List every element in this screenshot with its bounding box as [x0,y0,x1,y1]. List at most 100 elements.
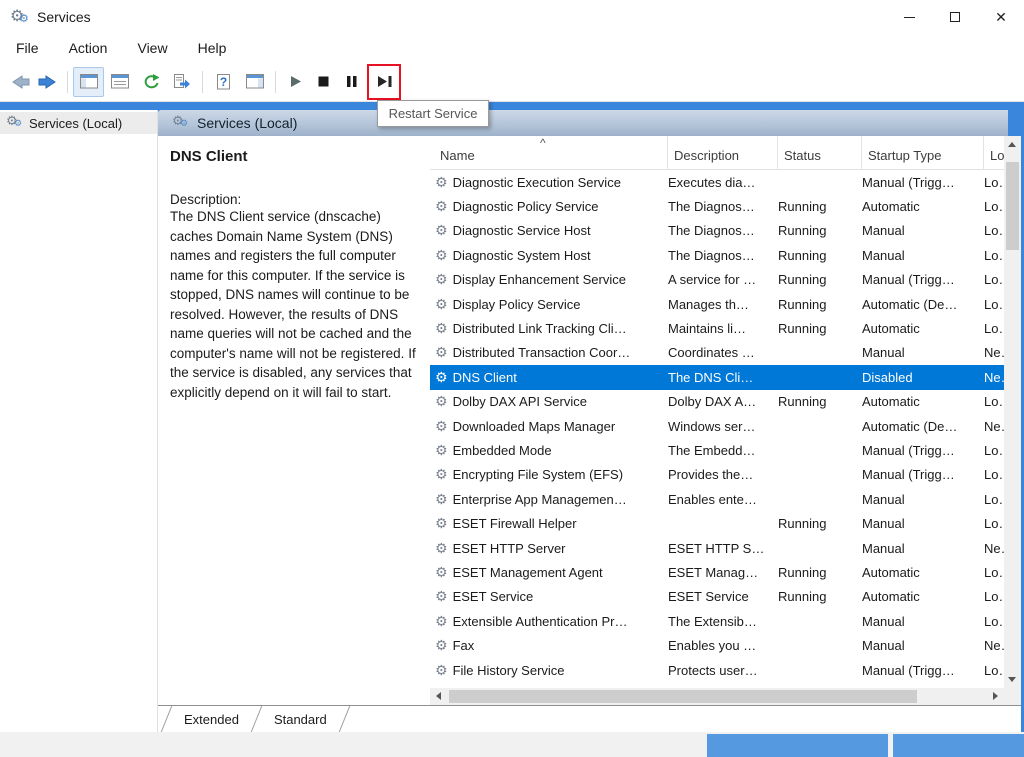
forward-button[interactable] [34,67,62,97]
table-row[interactable]: ⚙Display Policy ServiceManages th…Runnin… [430,292,1004,316]
stop-service-button[interactable] [309,67,337,97]
cell-desc: The Diagnos… [668,223,778,238]
pause-service-button[interactable] [337,67,365,97]
service-gear-icon: ⚙ [435,222,448,239]
refresh-button[interactable] [135,67,166,97]
table-row[interactable]: ⚙Extensible Authentication Pr…The Extens… [430,609,1004,633]
column-header-description[interactable]: Description [668,136,778,169]
window-title: Services [37,9,91,25]
maximize-button[interactable] [932,0,978,34]
column-header-name[interactable]: Name [430,136,668,169]
menu-action[interactable]: Action [65,37,112,59]
service-gear-icon: ⚙ [435,393,448,410]
cell-status: Running [778,248,862,263]
table-row[interactable]: ⚙Distributed Transaction Coor…Coordinate… [430,341,1004,365]
scroll-up-icon[interactable] [1008,142,1016,147]
vertical-scrollbar[interactable] [1004,136,1021,688]
cell-startup: Manual [862,614,984,629]
column-header-startup-type[interactable]: Startup Type [862,136,984,169]
results-pane-body: DNS Client Description: The DNS Client s… [158,136,1021,705]
scroll-right-icon[interactable] [993,692,998,700]
cell-startup: Manual (Trigg… [862,443,984,458]
cell-startup: Manual [862,223,984,238]
toolbar-separator [67,71,68,93]
cell-startup: Manual [862,516,984,531]
menu-help[interactable]: Help [194,37,231,59]
tab-standard[interactable]: Standard [257,706,344,732]
sort-caret-icon: ^ [540,136,546,150]
horizontal-scroll-thumb[interactable] [449,690,917,703]
menu-file[interactable]: File [12,37,43,59]
table-row[interactable]: ⚙FaxEnables you …ManualNe… [430,633,1004,657]
table-row[interactable]: ⚙ESET ServiceESET ServiceRunningAutomati… [430,585,1004,609]
table-row[interactable]: ⚙DNS ClientThe DNS Cli…DisabledNe… [430,365,1004,389]
table-row[interactable]: ⚙ESET Management AgentESET Manag…Running… [430,560,1004,584]
table-row[interactable]: ⚙Embedded ModeThe Embedd…Manual (Trigg…L… [430,438,1004,462]
cell-name: ⚙Diagnostic Policy Service [430,198,668,215]
cell-logon: Ne… [984,370,1004,385]
table-row[interactable]: ⚙Diagnostic Policy ServiceThe Diagnos…Ru… [430,194,1004,218]
cell-logon: Lo… [984,175,1004,190]
cell-startup: Automatic [862,321,984,336]
export-list-button[interactable] [166,67,197,97]
horizontal-scrollbar[interactable] [430,688,1004,705]
scroll-down-icon[interactable] [1008,677,1016,682]
service-name: File History Service [453,663,565,678]
table-row[interactable]: ⚙Encrypting File System (EFS)Provides th… [430,463,1004,487]
help-button[interactable]: ? [208,67,239,97]
service-name: Distributed Link Tracking Cli… [453,321,627,336]
tab-extended[interactable]: Extended [167,706,256,732]
table-row[interactable]: ⚙Dolby DAX API ServiceDolby DAX A…Runnin… [430,390,1004,414]
minimize-icon [904,17,915,18]
table-row[interactable]: ⚙ESET HTTP ServerESET HTTP S…ManualNe… [430,536,1004,560]
service-gear-icon: ⚙ [435,296,448,313]
column-header-log-on-as[interactable]: Lo [984,136,1004,169]
properties-button[interactable] [104,67,135,97]
menu-view[interactable]: View [133,37,171,59]
services-app-icon: ⚙⚙ [10,8,30,26]
close-button[interactable]: ✕ [978,0,1024,34]
service-name: Diagnostic Service Host [453,223,591,238]
close-icon: ✕ [995,9,1007,26]
vertical-scroll-thumb[interactable] [1006,162,1019,250]
scroll-left-icon[interactable] [436,692,441,700]
restart-service-button[interactable] [370,67,398,97]
back-button[interactable] [6,67,34,97]
cell-status: Running [778,565,862,580]
svg-text:?: ? [220,75,227,89]
table-row[interactable]: ⚙File History ServiceProtects user…Manua… [430,658,1004,682]
table-row[interactable]: ⚙Diagnostic System HostThe Diagnos…Runni… [430,243,1004,267]
service-gear-icon: ⚙ [435,564,448,581]
cell-startup: Manual [862,492,984,507]
service-gear-icon: ⚙ [435,515,448,532]
cell-logon: Lo… [984,297,1004,312]
table-row[interactable]: ⚙ESET Firewall HelperRunningManualLo… [430,511,1004,535]
cell-startup: Manual [862,345,984,360]
minimize-button[interactable] [886,0,932,34]
service-name: ESET Management Agent [453,565,603,580]
service-name: ESET HTTP Server [453,541,566,556]
service-gear-icon: ⚙ [435,613,448,630]
cell-name: ⚙Fax [430,637,668,654]
cell-status: Running [778,321,862,336]
table-row[interactable]: ⚙Downloaded Maps ManagerWindows ser…Auto… [430,414,1004,438]
cell-name: ⚙Embedded Mode [430,442,668,459]
table-row[interactable]: ⚙Enterprise App Managemen…Enables ente…M… [430,487,1004,511]
show-action-pane-button[interactable] [239,67,270,97]
cell-startup: Automatic (De… [862,419,984,434]
tree-item-services-local[interactable]: ⚙⚙ Services (Local) [0,112,157,134]
table-row[interactable]: ⚙Diagnostic Service HostThe Diagnos…Runn… [430,219,1004,243]
cell-startup: Manual [862,638,984,653]
service-name: Diagnostic Execution Service [453,175,621,190]
cell-startup: Manual (Trigg… [862,663,984,678]
start-service-button[interactable] [281,67,309,97]
show-console-tree-button[interactable] [73,67,104,97]
table-row[interactable]: ⚙Diagnostic Execution ServiceExecutes di… [430,170,1004,194]
service-gear-icon: ⚙ [435,369,448,386]
table-row[interactable]: ⚙Display Enhancement ServiceA service fo… [430,268,1004,292]
cell-status: Running [778,589,862,604]
column-header-status[interactable]: Status [778,136,862,169]
cell-desc: The Diagnos… [668,199,778,214]
service-name: Dolby DAX API Service [453,394,587,409]
table-row[interactable]: ⚙Distributed Link Tracking Cli…Maintains… [430,316,1004,340]
